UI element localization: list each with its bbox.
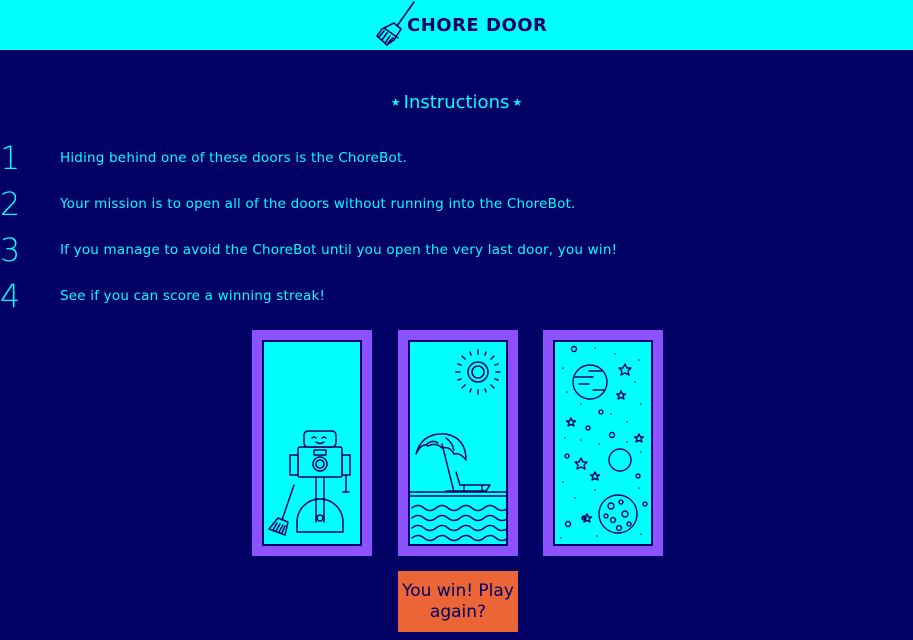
step-number-3: 3 — [0, 231, 21, 269]
beach-icon — [410, 349, 506, 542]
robot-icon — [268, 430, 351, 536]
step-text-3: If you manage to avoid the ChoreBot unti… — [60, 242, 618, 258]
door-2-panel[interactable] — [408, 340, 508, 546]
step-number-1: 1 — [0, 139, 21, 177]
step-number-4: 4 — [0, 277, 21, 315]
play-again-button[interactable]: You win! Play again? — [398, 571, 518, 632]
space-icon — [560, 345, 648, 539]
instructions-heading: ★ Instructions ★ — [0, 92, 913, 114]
step-number-2: 2 — [0, 185, 21, 223]
app-title: CHORE DOOR — [407, 15, 548, 36]
step-text-2: Your mission is to open all of the doors… — [60, 196, 576, 212]
step-text-4: See if you can score a winning streak! — [60, 288, 326, 304]
star-icon: ★ — [390, 96, 401, 109]
header-bar: CHORE DOOR — [0, 0, 913, 50]
door-3[interactable] — [543, 330, 663, 556]
star-icon: ★ — [512, 96, 523, 109]
door-3-panel[interactable] — [553, 340, 653, 546]
door-2[interactable] — [398, 330, 518, 556]
instructions-title: Instructions — [403, 92, 510, 113]
door-1-panel[interactable] — [262, 340, 362, 546]
door-1[interactable] — [252, 330, 372, 556]
step-text-1: Hiding behind one of these doors is the … — [60, 150, 407, 166]
